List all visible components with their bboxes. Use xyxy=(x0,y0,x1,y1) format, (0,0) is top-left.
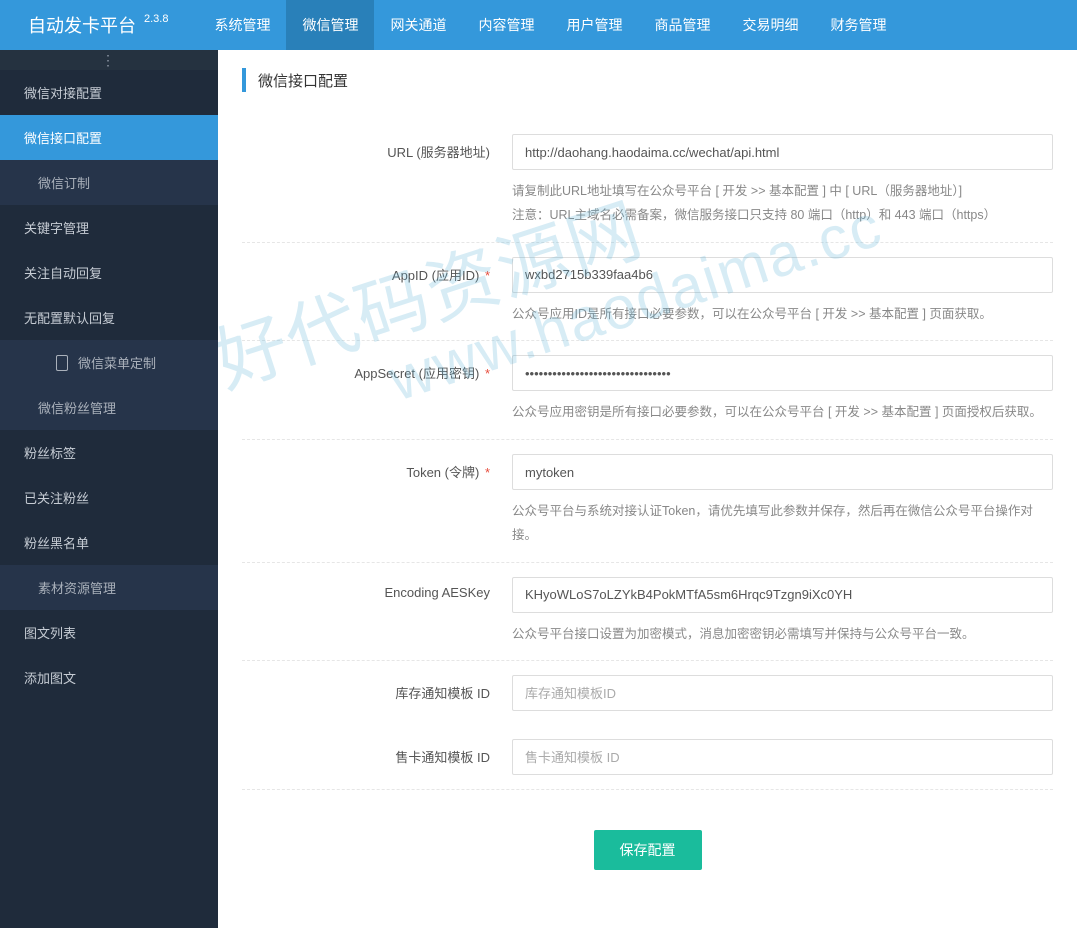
page-title: 微信接口配置 xyxy=(242,68,1053,92)
label-appsecret: AppSecret (应用密钥) * xyxy=(242,355,512,382)
help-appsecret: 公众号应用密钥是所有接口必要参数，可以在公众号平台 [ 开发 >> 基本配置 ]… xyxy=(512,401,1053,425)
label-appid: AppID (应用ID) * xyxy=(242,257,512,284)
ellipsis-icon: ⋮ xyxy=(101,52,117,68)
sidebar-item-article-list[interactable]: 图文列表 xyxy=(0,610,218,655)
input-stock-tpl[interactable] xyxy=(512,675,1053,711)
top-navbar: 自动发卡平台 2.3.8 系统管理 微信管理 网关通道 内容管理 用户管理 商品… xyxy=(0,0,1077,50)
row-sell-tpl: 售卡通知模板 ID xyxy=(242,725,1053,790)
nav-goods[interactable]: 商品管理 xyxy=(638,0,726,50)
nav-content[interactable]: 内容管理 xyxy=(462,0,550,50)
sidebar-item-followed-fans[interactable]: 已关注粉丝 xyxy=(0,475,218,520)
row-url: URL (服务器地址) 请复制此URL地址填写在公众号平台 [ 开发 >> 基本… xyxy=(242,120,1053,243)
label-token: Token (令牌) * xyxy=(242,454,512,481)
main-content: 好代码资源网 www.haodaima.cc 微信接口配置 URL (服务器地址… xyxy=(218,50,1077,928)
sidebar-collapse[interactable]: ⋮ xyxy=(0,50,218,70)
help-appid: 公众号应用ID是所有接口必要参数，可以在公众号平台 [ 开发 >> 基本配置 ]… xyxy=(512,303,1053,327)
label-stock-tpl: 库存通知模板 ID xyxy=(242,675,512,702)
sidebar-item-follow-reply[interactable]: 关注自动回复 xyxy=(0,250,218,295)
row-appid: AppID (应用ID) * 公众号应用ID是所有接口必要参数，可以在公众号平台… xyxy=(242,243,1053,342)
row-appsecret: AppSecret (应用密钥) * 公众号应用密钥是所有接口必要参数，可以在公… xyxy=(242,341,1053,440)
input-aeskey[interactable] xyxy=(512,577,1053,613)
row-token: Token (令牌) * 公众号平台与系统对接认证Token，请优先填写此参数并… xyxy=(242,440,1053,563)
sidebar-item-wechat-custom[interactable]: 微信订制 xyxy=(0,160,218,205)
nav-trade[interactable]: 交易明细 xyxy=(726,0,814,50)
help-aeskey: 公众号平台接口设置为加密模式，消息加密密钥必需填写并保持与公众号平台一致。 xyxy=(512,623,1053,647)
sidebar-item-add-article[interactable]: 添加图文 xyxy=(0,655,218,700)
input-token[interactable] xyxy=(512,454,1053,490)
help-token: 公众号平台与系统对接认证Token，请优先填写此参数并保存，然后再在微信公众号平… xyxy=(512,500,1053,548)
brand-title: 自动发卡平台 xyxy=(28,12,136,38)
input-sell-tpl[interactable] xyxy=(512,739,1053,775)
label-sell-tpl: 售卡通知模板 ID xyxy=(242,739,512,766)
sidebar-item-keyword[interactable]: 关键字管理 xyxy=(0,205,218,250)
nav-finance[interactable]: 财务管理 xyxy=(814,0,902,50)
sidebar-item-fans-tag[interactable]: 粉丝标签 xyxy=(0,430,218,475)
save-button[interactable]: 保存配置 xyxy=(594,830,702,870)
help-url: 请复制此URL地址填写在公众号平台 [ 开发 >> 基本配置 ] 中 [ URL… xyxy=(512,180,1053,228)
sidebar-item-fans-blacklist[interactable]: 粉丝黑名单 xyxy=(0,520,218,565)
row-aeskey: Encoding AESKey 公众号平台接口设置为加密模式，消息加密密钥必需填… xyxy=(242,563,1053,662)
sidebar-item-fans-mgmt[interactable]: 微信粉丝管理 xyxy=(0,385,218,430)
mobile-icon xyxy=(56,355,68,371)
sidebar-item-wechat-config[interactable]: 微信对接配置 xyxy=(0,70,218,115)
nav-user[interactable]: 用户管理 xyxy=(550,0,638,50)
sidebar: ⋮ 微信对接配置 微信接口配置 微信订制 关键字管理 关注自动回复 无配置默认回… xyxy=(0,50,218,928)
input-appid[interactable] xyxy=(512,257,1053,293)
sidebar-item-wechat-api-config[interactable]: 微信接口配置 xyxy=(0,115,218,160)
nav-gateway[interactable]: 网关通道 xyxy=(374,0,462,50)
sidebar-item-material-mgmt[interactable]: 素材资源管理 xyxy=(0,565,218,610)
sidebar-item-wechat-menu[interactable]: 微信菜单定制 xyxy=(0,340,218,385)
sidebar-item-default-reply[interactable]: 无配置默认回复 xyxy=(0,295,218,340)
nav-system[interactable]: 系统管理 xyxy=(198,0,286,50)
nav-wechat[interactable]: 微信管理 xyxy=(286,0,374,50)
label-aeskey: Encoding AESKey xyxy=(242,577,512,600)
row-stock-tpl: 库存通知模板 ID xyxy=(242,661,1053,725)
label-url: URL (服务器地址) xyxy=(242,134,512,161)
top-nav-links: 系统管理 微信管理 网关通道 内容管理 用户管理 商品管理 交易明细 财务管理 xyxy=(198,0,902,50)
input-appsecret[interactable] xyxy=(512,355,1053,391)
app-version: 2.3.8 xyxy=(144,13,168,25)
input-url[interactable] xyxy=(512,134,1053,170)
sidebar-item-label: 微信菜单定制 xyxy=(78,353,156,372)
